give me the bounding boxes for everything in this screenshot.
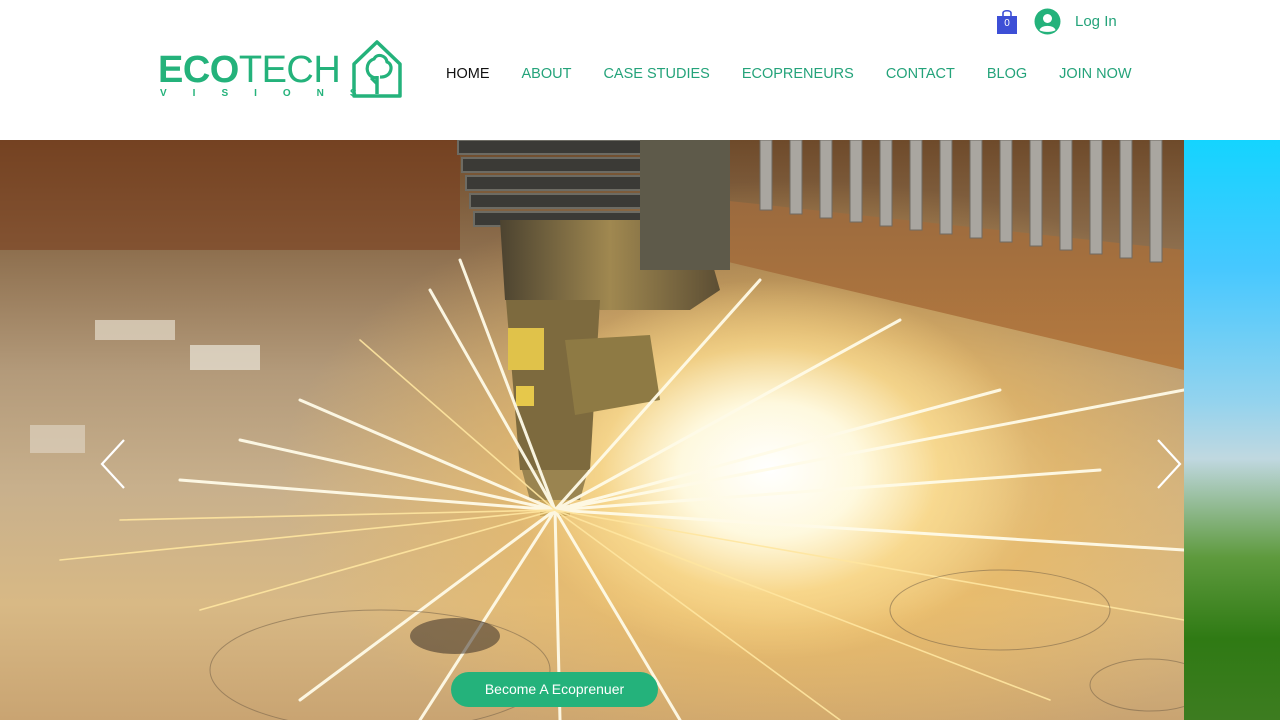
nav-item-ecopreneurs[interactable]: ECOPRENEURS — [726, 62, 870, 86]
nav-item-contact[interactable]: CONTACT — [870, 62, 971, 86]
user-avatar-icon — [1034, 8, 1061, 34]
hero-slideshow — [0, 140, 1184, 720]
chevron-left-icon[interactable] — [98, 438, 128, 490]
nav-item-case-studies[interactable]: CASE STUDIES — [587, 62, 725, 86]
nav-item-join-now[interactable]: JOIN NOW — [1043, 62, 1148, 86]
ecotech-logo[interactable]: ECOTECH VISIONS — [158, 38, 408, 102]
cart-button[interactable]: 0 — [996, 8, 1018, 34]
login-button[interactable]: Log In — [1034, 6, 1117, 36]
nav-item-home[interactable]: HOME — [430, 62, 506, 86]
chevron-right-icon[interactable] — [1156, 438, 1184, 490]
become-ecopreneur-button[interactable]: Become A Ecoprenuer — [451, 672, 658, 707]
cart-count: 0 — [1004, 18, 1010, 29]
login-label: Log In — [1075, 12, 1117, 30]
nav-item-blog[interactable]: BLOG — [971, 62, 1043, 86]
house-tree-icon — [352, 40, 402, 98]
site-header: ECOTECH VISIONS HOME ABOUT CASE STUDIES … — [0, 0, 1280, 140]
nav-item-about[interactable]: ABOUT — [506, 62, 588, 86]
logo-wordmark: ECOTECH — [158, 49, 341, 91]
next-slide-preview — [1184, 140, 1280, 720]
laser-cutter-image — [0, 140, 1184, 720]
main-navigation: HOME ABOUT CASE STUDIES ECOPRENEURS CONT… — [430, 62, 1148, 86]
